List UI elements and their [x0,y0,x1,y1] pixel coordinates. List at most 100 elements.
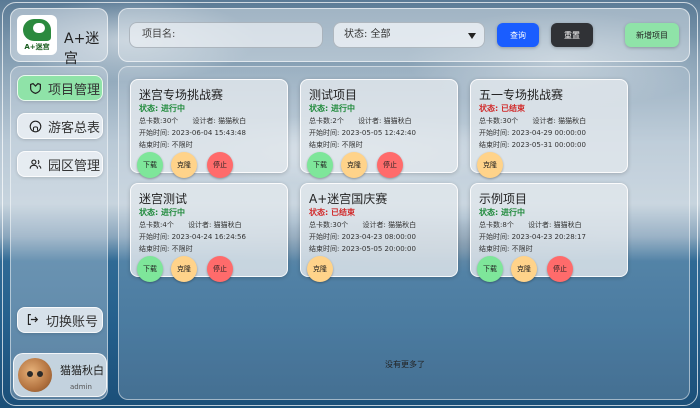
sidebar-item-visitors[interactable]: 游客总表 [17,113,103,139]
sidebar-item-label: 项目管理 [48,82,101,98]
end-value: 不限时 [171,245,193,253]
start-value: 2023-04-24 16:24:56 [171,233,246,241]
project-status: 状态: 进行中 [479,208,525,217]
project-end-row: 结束时间: 不限时 [309,140,363,150]
end-value: 不限时 [341,141,363,149]
end-label: 结束时间: [479,245,510,253]
user-name: 猫猫秋白 [60,364,104,377]
sidebar-item-projects[interactable]: 项目管理 [17,75,103,101]
project-card[interactable]: A+迷宫国庆赛 状态: 已结束 总卡数:30个 设计者: 猫猫秋白 开始时间: … [300,183,458,282]
github-icon [28,119,42,133]
logo-text: A+迷宫 [24,43,50,51]
project-end-row: 结束时间: 不限时 [139,244,193,254]
sidebar-item-parks[interactable]: 园区管理 [17,151,103,177]
user-role: admin [70,383,92,391]
project-card[interactable]: 五一专场挑战赛 状态: 已结束 总卡数:30个 设计者: 猫猫秋白 开始时间: … [470,79,628,178]
project-title: 示例项目 [479,192,528,206]
avatar [18,358,52,392]
start-value: 2023-04-29 00:00:00 [511,129,586,137]
project-status: 状态: 已结束 [479,104,525,113]
designer-label: 设计者: [362,221,386,229]
end-value: 不限时 [511,245,533,253]
query-button[interactable]: 查询 [497,23,539,47]
project-end-row: 结束时间: 不限时 [139,140,193,150]
download-button[interactable]: 下载 [137,256,163,282]
sidebar-item-label: 游客总表 [48,120,101,136]
project-title: A+迷宫国庆赛 [309,192,388,206]
count-value: 30个 [332,221,349,229]
stop-button[interactable]: 停止 [207,256,233,282]
designer-value: 猫猫秋白 [383,117,412,125]
project-card[interactable]: 示例项目 状态: 进行中 总卡数:8个 设计者: 猫猫秋白 开始时间: 2023… [470,183,628,282]
no-more-text: 没有更多了 [385,360,425,369]
count-value: 30个 [502,117,519,125]
new-project-button[interactable]: 新增项目 [625,23,679,47]
designer-label: 设计者: [188,221,212,229]
start-label: 开始时间: [139,129,170,137]
download-button[interactable]: 下载 [137,152,163,178]
project-end-row: 结束时间: 2023-05-31 00:00:00 [479,140,586,150]
heart-shield-icon [28,81,42,95]
project-count-row: 总卡数:30个 设计者: 猫猫秋白 [309,220,416,230]
start-value: 2023-06-04 15:43:48 [171,129,246,137]
project-start-row: 开始时间: 2023-04-24 16:24:56 [139,232,246,242]
end-label: 结束时间: [139,245,170,253]
start-label: 开始时间: [139,233,170,241]
users-icon [28,157,42,171]
logout-icon [26,313,40,327]
sidebar: 项目管理 游客总表 园区管理 切换账号 猫猫秋白 admin [10,66,108,400]
count-label: 总卡数: [139,221,163,229]
project-start-row: 开始时间: 2023-06-04 15:43:48 [139,128,246,138]
project-grid: 迷宫专场挑战赛 状态: 进行中 总卡数:30个 设计者: 猫猫秋白 开始时间: … [118,66,690,400]
project-end-row: 结束时间: 不限时 [479,244,533,254]
start-value: 2023-05-05 12:42:40 [341,129,416,137]
project-status: 状态: 进行中 [139,208,185,217]
count-label: 总卡数: [479,221,503,229]
designer-value: 猫猫秋白 [218,117,247,125]
project-start-row: 开始时间: 2023-04-23 08:00:00 [309,232,416,242]
avatar-eye [27,371,33,377]
stop-button[interactable]: 停止 [207,152,233,178]
clone-button[interactable]: 克隆 [341,152,367,178]
project-count-row: 总卡数:8个 设计者: 猫猫秋白 [479,220,582,230]
status-select[interactable]: 状态: 全部 [333,22,485,48]
app-logo[interactable]: A+迷宫 [17,15,57,55]
project-card[interactable]: 测试项目 状态: 进行中 总卡数:2个 设计者: 猫猫秋白 开始时间: 2023… [300,79,458,178]
project-title: 测试项目 [309,88,358,102]
toolbar: 项目名: 状态: 全部 查询 重置 新增项目 [118,8,690,62]
clone-button[interactable]: 克隆 [477,152,503,178]
stop-button[interactable]: 停止 [377,152,403,178]
stop-button[interactable]: 停止 [547,256,573,282]
clone-button[interactable]: 克隆 [171,152,197,178]
designer-value: 猫猫秋白 [558,117,587,125]
project-count-row: 总卡数:30个 设计者: 猫猫秋白 [139,116,246,126]
start-value: 2023-04-23 20:28:17 [511,233,586,241]
project-title: 五一专场挑战赛 [479,88,564,102]
reset-button[interactable]: 重置 [551,23,593,47]
project-start-row: 开始时间: 2023-04-23 20:28:17 [479,232,586,242]
project-start-row: 开始时间: 2023-04-29 00:00:00 [479,128,586,138]
start-value: 2023-04-23 08:00:00 [341,233,416,241]
project-status: 状态: 进行中 [139,104,185,113]
designer-label: 设计者: [528,221,552,229]
start-label: 开始时间: [309,129,340,137]
download-button[interactable]: 下载 [477,256,503,282]
clone-button[interactable]: 克隆 [307,256,333,282]
end-value: 2023-05-05 20:00:00 [341,245,416,253]
designer-label: 设计者: [192,117,216,125]
designer-value: 猫猫秋白 [388,221,417,229]
download-button[interactable]: 下载 [307,152,333,178]
switch-account-button[interactable]: 切换账号 [17,307,103,333]
project-count-row: 总卡数:30个 设计者: 猫猫秋白 [479,116,586,126]
project-name-input[interactable]: 项目名: [129,22,323,48]
project-count-row: 总卡数:2个 设计者: 猫猫秋白 [309,116,412,126]
project-card[interactable]: 迷宫专场挑战赛 状态: 进行中 总卡数:30个 设计者: 猫猫秋白 开始时间: … [130,79,288,178]
designer-label: 设计者: [532,117,556,125]
clone-button[interactable]: 克隆 [171,256,197,282]
clone-button[interactable]: 克隆 [511,256,537,282]
start-label: 开始时间: [309,233,340,241]
caret-down-icon [468,33,476,39]
user-card[interactable]: 猫猫秋白 admin [13,353,107,397]
project-card[interactable]: 迷宫测试 状态: 进行中 总卡数:4个 设计者: 猫猫秋白 开始时间: 2023… [130,183,288,282]
designer-value: 猫猫秋白 [553,221,582,229]
